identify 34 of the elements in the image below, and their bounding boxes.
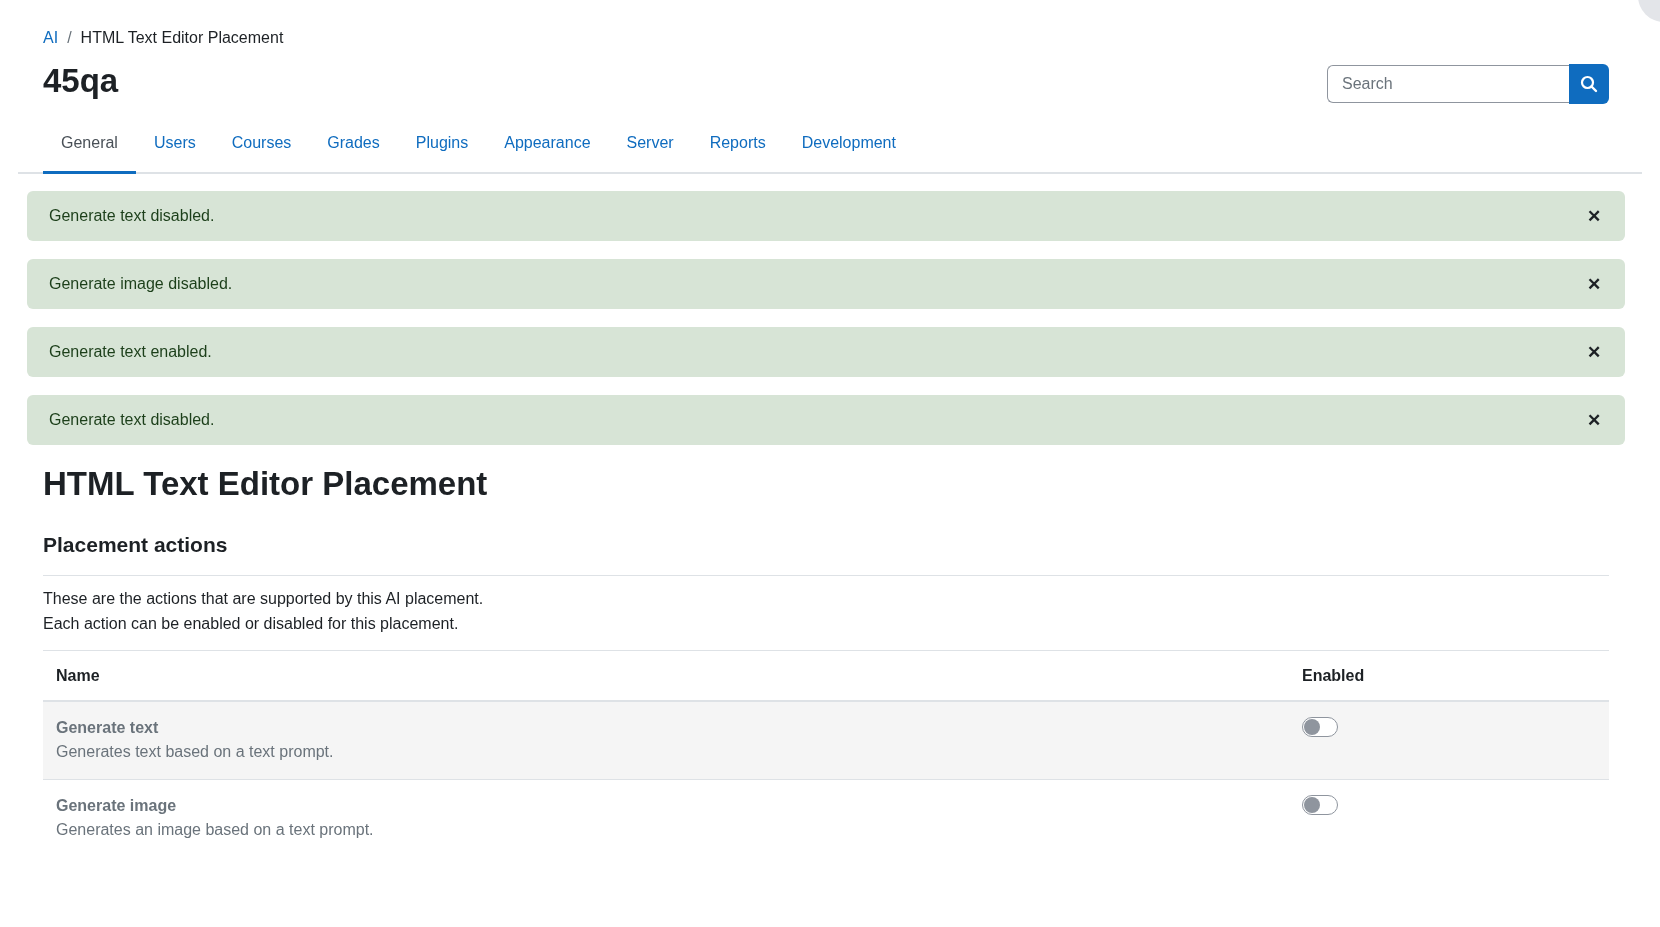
- nav-tab[interactable]: General: [43, 118, 136, 174]
- nav-tab[interactable]: Development: [783, 118, 914, 174]
- action-name: Generate text: [56, 718, 160, 738]
- nav-tab[interactable]: Reports: [691, 118, 784, 174]
- close-button[interactable]: ✕: [1585, 205, 1603, 227]
- alert-message: Generate text disabled.: [49, 411, 215, 429]
- nav-tab[interactable]: Appearance: [486, 118, 609, 174]
- search-button[interactable]: [1569, 64, 1609, 104]
- breadcrumb-separator: /: [67, 29, 72, 47]
- close-button[interactable]: ✕: [1585, 409, 1603, 431]
- description-text: These are the actions that are supported by this AI placement.: [43, 589, 485, 609]
- toggle-switch[interactable]: [1302, 795, 1338, 815]
- description-text: Each action can be enabled or disabled for this placement.: [43, 614, 460, 634]
- search-field[interactable]: Search: [1327, 65, 1569, 103]
- nav-tab[interactable]: Grades: [309, 118, 398, 174]
- search-icon: [1580, 75, 1598, 93]
- breadcrumb-link[interactable]: AI: [43, 29, 59, 47]
- page-heading: HTML Text Editor Placement: [43, 465, 489, 503]
- nav-tab[interactable]: Courses: [213, 118, 310, 174]
- alert-message: Generate text disabled.: [49, 207, 215, 225]
- alert-message: Generate image disabled.: [49, 275, 233, 293]
- toggle-switch[interactable]: [1302, 717, 1338, 737]
- section-title: Placement actions: [43, 533, 229, 557]
- action-name: Generate image: [56, 796, 178, 816]
- site-title: 45qa: [43, 61, 119, 100]
- close-button[interactable]: ✕: [1585, 341, 1603, 363]
- nav-tab[interactable]: Users: [135, 118, 214, 174]
- breadcrumb-current: HTML Text Editor Placement: [80, 29, 284, 47]
- close-button[interactable]: ✕: [1585, 273, 1603, 295]
- nav-tab[interactable]: Plugins: [397, 118, 487, 174]
- nav-tab[interactable]: Server: [608, 118, 692, 174]
- alert-message: Generate text enabled.: [49, 343, 212, 361]
- action-description: Generates an image based on a text prompt.: [56, 820, 375, 840]
- action-description: Generates text based on a text prompt.: [56, 742, 335, 762]
